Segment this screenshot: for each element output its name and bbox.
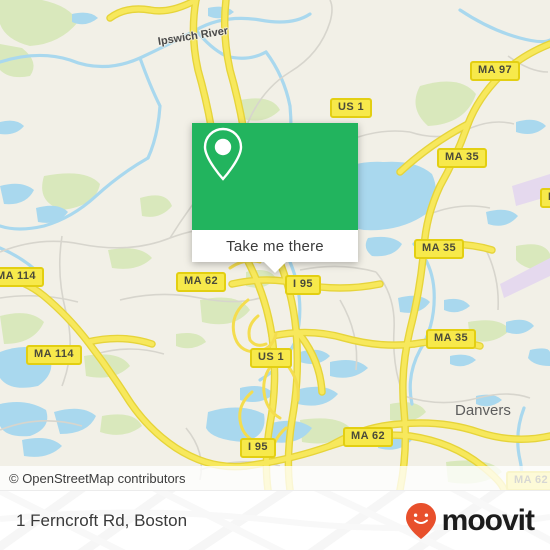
road-shield: MA 114 [0,267,44,287]
moovit-wordmark: moovit [441,504,535,537]
road-shield: US 1 [330,98,373,118]
place-label: Danvers [455,402,511,419]
take-me-there-label: Take me there [226,237,324,255]
road-shield: MA 97 [470,61,520,81]
road-shield: I 95 [285,275,321,295]
road-shield: I 95 [240,438,276,458]
road-shield: MA 35 [426,329,476,349]
map-canvas[interactable]: MA 97 US 1 MA 35 MA 35 MA 62 I 95 MA 114 MA 35 U… [0,0,550,490]
road-shield: US 1 [250,348,293,368]
road-shield: MA 114 [26,345,82,365]
address-label: 1 Ferncroft Rd, Boston [16,511,188,530]
moovit-pin-smiley-icon [405,503,436,539]
location-pin-icon [203,127,243,181]
callout-header [192,123,358,230]
moovit-logo[interactable]: moovit [404,501,550,541]
road-shield: MA 35 [414,239,464,259]
moovit-map-screen: MA 97 US 1 MA 35 MA 35 MA 62 I 95 MA 114 MA 35 U… [0,0,550,550]
road-shield: MA 62 [343,427,393,447]
road-shield: MA 62 [176,272,226,292]
map-attribution-bar: © OpenStreetMap contributors [0,466,550,490]
road-shield: MA 35 [540,188,550,208]
attribution-text[interactable]: © OpenStreetMap contributors [0,471,186,486]
callout-action-bar[interactable]: Take me there [192,230,358,262]
footer-bar: 1 Ferncroft Rd, Boston moovit [0,490,550,550]
callout-pointer-tail [264,262,286,273]
road-shield: MA 35 [437,148,487,168]
location-callout-card[interactable]: Take me there [192,123,358,273]
